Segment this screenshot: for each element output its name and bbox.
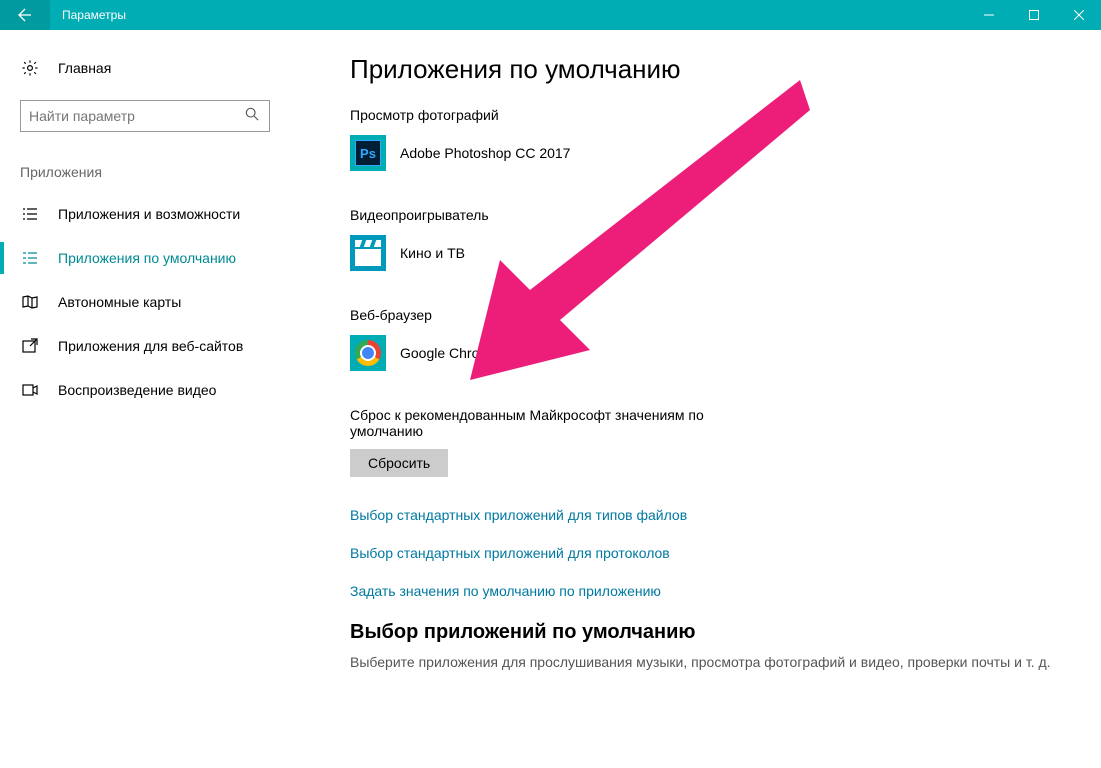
page-heading: Приложения по умолчанию <box>350 54 1069 85</box>
sidebar-item-label: Воспроизведение видео <box>58 382 216 398</box>
reset-description: Сброс к рекомендованным Майкрософт значе… <box>350 407 770 439</box>
search-input[interactable] <box>29 108 245 124</box>
web-browser-label: Веб-браузер <box>350 307 1069 323</box>
reset-button[interactable]: Сбросить <box>350 449 448 477</box>
maximize-button[interactable] <box>1011 0 1056 30</box>
photoshop-icon: Ps <box>350 135 386 171</box>
chrome-icon <box>350 335 386 371</box>
sidebar-item-video-playback[interactable]: Воспроизведение видео <box>0 368 290 412</box>
photo-viewer-app[interactable]: Ps Adobe Photoshop CC 2017 <box>350 135 1069 171</box>
search-icon <box>245 107 261 126</box>
video-icon <box>20 382 40 398</box>
link-by-app[interactable]: Задать значения по умолчанию по приложен… <box>350 583 1069 599</box>
close-icon <box>1074 10 1084 20</box>
search-box[interactable] <box>20 100 270 132</box>
sidebar-item-apps-features[interactable]: Приложения и возможности <box>0 192 290 236</box>
gear-icon <box>20 59 40 77</box>
web-browser-app[interactable]: Google Chrome <box>350 335 1069 371</box>
app-name: Adobe Photoshop CC 2017 <box>400 145 570 161</box>
link-protocols[interactable]: Выбор стандартных приложений для протоко… <box>350 545 1069 561</box>
link-file-types[interactable]: Выбор стандартных приложений для типов ф… <box>350 507 1069 523</box>
window-title: Параметры <box>62 8 966 22</box>
home-link[interactable]: Главная <box>20 50 270 86</box>
home-label: Главная <box>58 60 111 76</box>
defaults-icon <box>20 250 40 266</box>
sidebar-section-title: Приложения <box>20 164 270 180</box>
minimize-button[interactable] <box>966 0 1011 30</box>
sub-heading: Выбор приложений по умолчанию <box>350 621 1069 644</box>
movies-tv-icon <box>350 235 386 271</box>
app-name: Google Chrome <box>400 345 499 361</box>
sidebar-item-label: Приложения по умолчанию <box>58 250 236 266</box>
sidebar-item-offline-maps[interactable]: Автономные карты <box>0 280 290 324</box>
open-external-icon <box>20 338 40 354</box>
minimize-icon <box>984 10 994 20</box>
arrow-left-icon <box>17 7 33 23</box>
sidebar-item-label: Приложения и возможности <box>58 206 240 222</box>
sidebar-item-label: Автономные карты <box>58 294 181 310</box>
close-button[interactable] <box>1056 0 1101 30</box>
sub-text: Выберите приложения для прослушивания му… <box>350 654 1069 670</box>
sidebar-item-apps-websites[interactable]: Приложения для веб-сайтов <box>0 324 290 368</box>
sidebar: Главная Приложения Приложения и возможно… <box>0 30 290 768</box>
titlebar: Параметры <box>0 0 1101 30</box>
sidebar-item-default-apps[interactable]: Приложения по умолчанию <box>0 236 290 280</box>
video-player-label: Видеопроигрыватель <box>350 207 1069 223</box>
sidebar-item-label: Приложения для веб-сайтов <box>58 338 243 354</box>
app-name: Кино и ТВ <box>400 245 465 261</box>
maximize-icon <box>1029 10 1039 20</box>
video-player-app[interactable]: Кино и ТВ <box>350 235 1069 271</box>
list-icon <box>20 206 40 222</box>
map-icon <box>20 294 40 310</box>
main-pane: Приложения по умолчанию Просмотр фотогра… <box>290 30 1101 768</box>
back-button[interactable] <box>0 0 50 30</box>
photo-viewer-label: Просмотр фотографий <box>350 107 1069 123</box>
